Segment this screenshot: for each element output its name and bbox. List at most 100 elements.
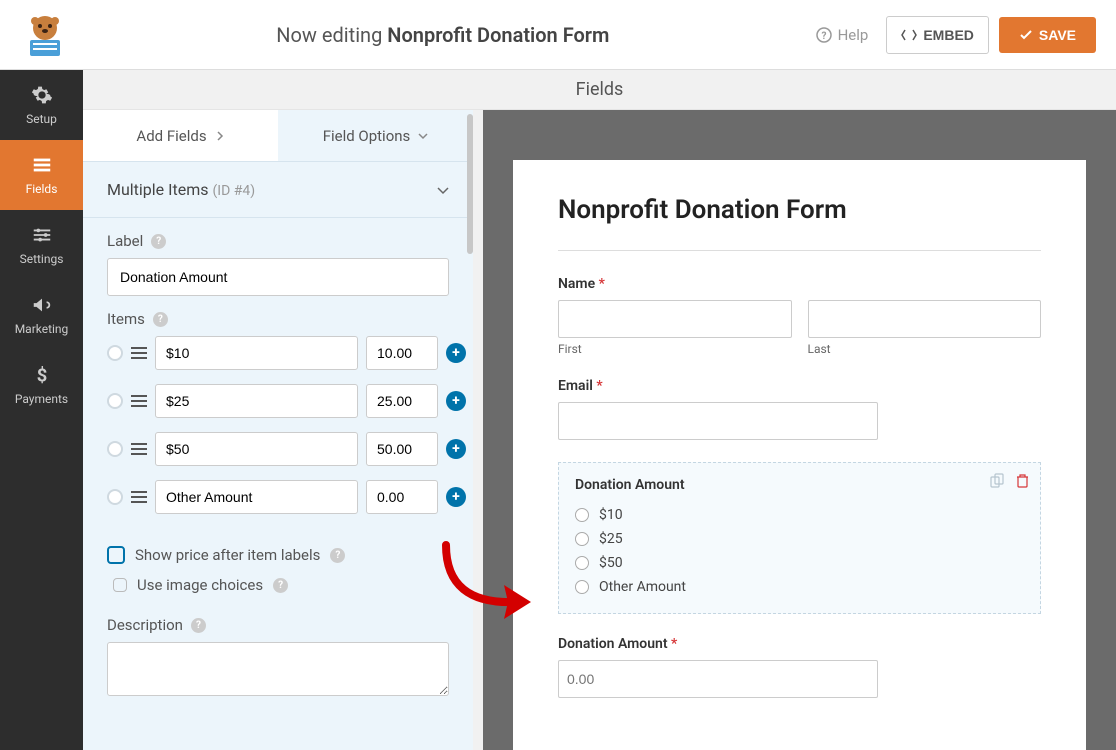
item-price-input[interactable]	[366, 384, 438, 418]
sidebar-item-payments[interactable]: $ Payments	[0, 350, 83, 420]
help-icon[interactable]: ?	[191, 618, 206, 633]
description-label: Description ?	[107, 616, 449, 634]
tab-field-options[interactable]: Field Options	[278, 110, 473, 161]
drag-handle-icon[interactable]	[131, 491, 147, 503]
help-label: Help	[838, 26, 869, 44]
label-field-label: Label ?	[107, 232, 449, 250]
panel-tabs: Add Fields Field Options	[83, 110, 473, 162]
item-label-input[interactable]	[155, 384, 358, 418]
sidebar-item-setup[interactable]: Setup	[0, 70, 83, 140]
section-header[interactable]: Multiple Items (ID #4)	[83, 162, 473, 218]
item-default-radio[interactable]	[107, 393, 123, 409]
item-label-input[interactable]	[155, 336, 358, 370]
item-default-radio[interactable]	[107, 489, 123, 505]
svg-text:?: ?	[821, 31, 826, 42]
form-name[interactable]: Nonprofit Donation Form	[387, 23, 609, 47]
bullhorn-icon	[31, 294, 53, 316]
show-price-row: Show price after item labels ?	[83, 542, 473, 572]
radio-option[interactable]: $50	[575, 551, 1024, 575]
chevron-down-icon	[437, 184, 449, 196]
add-item-button[interactable]: +	[446, 343, 466, 363]
help-icon[interactable]: ?	[330, 548, 345, 563]
item-row: +	[107, 336, 449, 370]
amount-input[interactable]	[558, 660, 878, 698]
drag-handle-icon[interactable]	[131, 395, 147, 407]
item-price-input[interactable]	[366, 432, 438, 466]
sidebar-label: Fields	[26, 182, 58, 196]
sidebar-label: Payments	[15, 392, 68, 406]
sidebar-item-marketing[interactable]: Marketing	[0, 280, 83, 350]
description-group: Description ?	[83, 602, 473, 714]
radio-label: $50	[599, 555, 623, 571]
donation-amount-block[interactable]: Donation Amount $10 $25 $50 Other Amount	[558, 462, 1041, 614]
first-sublabel: First	[558, 342, 792, 356]
embed-label: EMBED	[923, 27, 974, 43]
required-mark: *	[593, 378, 603, 394]
add-item-button[interactable]: +	[446, 391, 466, 411]
panel-scroll[interactable]: Multiple Items (ID #4) Label ? Items	[83, 162, 473, 750]
section-id: (ID #4)	[212, 183, 255, 199]
dollar-icon: $	[31, 364, 53, 386]
left-sidebar: Setup Fields Settings Marketing $ Paymen…	[0, 70, 83, 750]
help-icon[interactable]: ?	[151, 234, 166, 249]
item-label-input[interactable]	[155, 432, 358, 466]
embed-button[interactable]: EMBED	[886, 16, 989, 54]
item-default-radio[interactable]	[107, 345, 123, 361]
radio-option[interactable]: $25	[575, 527, 1024, 551]
email-field[interactable]: Email *	[558, 378, 1041, 440]
sidebar-item-fields[interactable]: Fields	[0, 140, 83, 210]
item-row: +	[107, 384, 449, 418]
radio-option[interactable]: $10	[575, 503, 1024, 527]
main-area: Fields Add Fields Field Options Multiple…	[83, 70, 1116, 750]
add-item-button[interactable]: +	[446, 487, 466, 507]
radio-option[interactable]: Other Amount	[575, 575, 1024, 599]
item-row: +	[107, 480, 449, 514]
sidebar-label: Setup	[26, 112, 57, 126]
item-label-input[interactable]	[155, 480, 358, 514]
save-button[interactable]: SAVE	[999, 17, 1096, 53]
use-image-label: Use image choices	[137, 576, 263, 594]
last-name-input[interactable]	[808, 300, 1042, 338]
trash-icon[interactable]	[1015, 473, 1030, 488]
first-name-input[interactable]	[558, 300, 792, 338]
form-title[interactable]: Nonprofit Donation Form	[558, 195, 1041, 225]
sliders-icon	[31, 224, 53, 246]
add-item-button[interactable]: +	[446, 439, 466, 459]
label-group: Label ?	[83, 218, 473, 310]
help-icon[interactable]: ?	[273, 578, 288, 593]
drag-handle-icon[interactable]	[131, 443, 147, 455]
show-price-checkbox[interactable]	[107, 546, 125, 564]
tab-add-fields[interactable]: Add Fields	[83, 110, 278, 161]
description-input[interactable]	[107, 642, 449, 696]
content-row: Add Fields Field Options Multiple Items …	[83, 110, 1116, 750]
radio-label: $10	[599, 507, 623, 523]
donation-amount-field[interactable]: Donation Amount *	[558, 636, 1041, 698]
radio-icon	[575, 508, 589, 522]
editing-prefix: Now editing	[276, 23, 382, 47]
help-link[interactable]: ? Help	[816, 26, 869, 44]
block-actions	[990, 473, 1030, 488]
sidebar-label: Settings	[20, 252, 64, 266]
duplicate-icon[interactable]	[990, 473, 1005, 488]
use-image-checkbox[interactable]	[113, 578, 127, 592]
help-icon[interactable]: ?	[153, 312, 168, 327]
radio-label: Other Amount	[599, 579, 686, 595]
sidebar-label: Marketing	[15, 322, 69, 336]
name-label: Name *	[558, 276, 1041, 292]
sidebar-item-settings[interactable]: Settings	[0, 210, 83, 280]
label-input[interactable]	[107, 258, 449, 296]
name-field[interactable]: Name * First Last	[558, 276, 1041, 356]
items-label: Items ?	[107, 310, 449, 328]
last-sublabel: Last	[808, 342, 1042, 356]
radio-icon	[575, 532, 589, 546]
amount-label: Donation Amount *	[558, 636, 1041, 652]
tab-label: Add Fields	[136, 127, 206, 145]
item-default-radio[interactable]	[107, 441, 123, 457]
divider	[558, 250, 1041, 251]
item-price-input[interactable]	[366, 480, 438, 514]
top-header: Now editing Nonprofit Donation Form ? He…	[0, 0, 1116, 70]
drag-handle-icon[interactable]	[131, 347, 147, 359]
preview-canvas[interactable]: Nonprofit Donation Form Name * First Las…	[483, 110, 1116, 750]
item-price-input[interactable]	[366, 336, 438, 370]
email-input[interactable]	[558, 402, 878, 440]
